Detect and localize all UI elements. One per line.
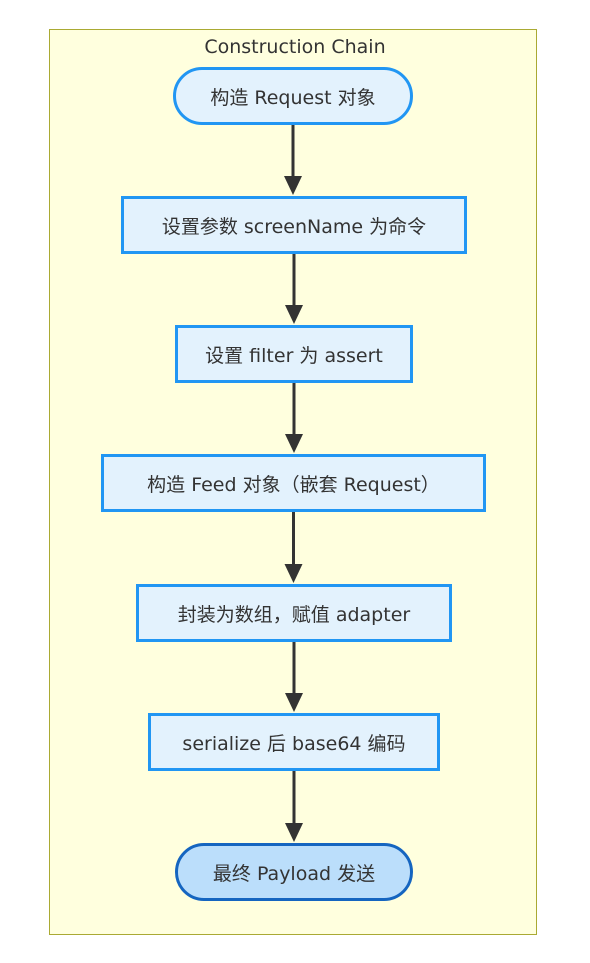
edge-arrowhead-5: [285, 693, 303, 712]
node-label: 封装为数组，赋值 adapter: [177, 603, 411, 626]
edge-arrowhead-4: [284, 564, 303, 583]
node-label: serialize 后 base64 编码: [182, 732, 406, 755]
node-label: 最终 Payload 发送: [212, 862, 376, 885]
node-label: 构造 Request 对象: [210, 86, 376, 109]
node-set-screenname: 设置参数 screenName 为命令: [121, 196, 467, 254]
node-label: 构造 Feed 对象（嵌套 Request）: [147, 473, 440, 496]
node-send-payload: 最终 Payload 发送: [175, 843, 413, 901]
node-label: 设置参数 screenName 为命令: [161, 215, 427, 238]
edge-arrowhead-1: [284, 176, 302, 195]
edge-arrowhead-2: [285, 305, 303, 324]
node-create-feed: 构造 Feed 对象（嵌套 Request）: [101, 454, 486, 512]
node-wrap-array: 封装为数组，赋值 adapter: [136, 584, 452, 642]
node-label: 设置 filter 为 assert: [205, 344, 383, 367]
edge-arrowhead-6: [285, 823, 303, 842]
node-set-filter: 设置 filter 为 assert: [175, 325, 413, 383]
edge-arrowhead-3: [285, 434, 303, 453]
node-create-request: 构造 Request 对象: [173, 67, 413, 125]
node-serialize-encode: serialize 后 base64 编码: [148, 713, 440, 771]
flowchart-canvas: Construction Chain 构造 Request 对象 设置参数 sc…: [0, 0, 590, 963]
